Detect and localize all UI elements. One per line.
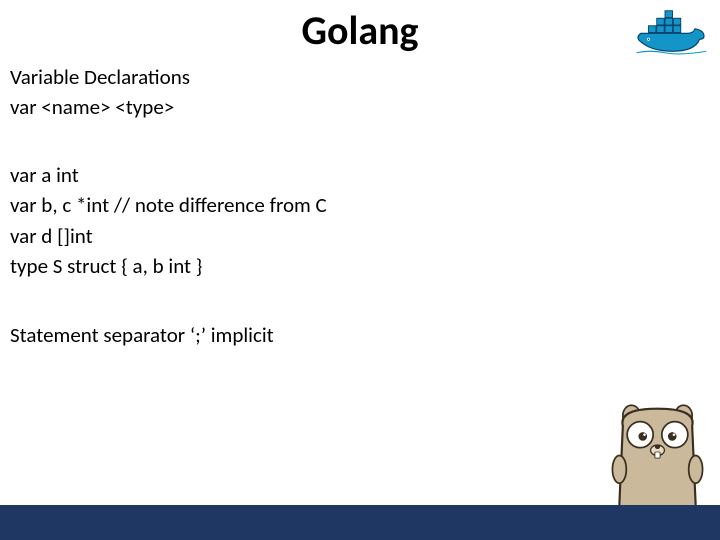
example-line-1: var a int xyxy=(10,160,327,190)
declarations-syntax: var <name> <type> xyxy=(10,92,190,122)
example-line-3: var d []int xyxy=(10,221,327,251)
section-declarations: Variable Declarations var <name> <type> xyxy=(10,62,190,123)
section-examples: var a int var b, c *int // note differen… xyxy=(10,160,327,282)
example-line-2: var b, c *int // note difference from C xyxy=(10,190,327,220)
docker-logo-icon xyxy=(635,5,710,60)
separator-note: Statement separator ‘;’ implicit xyxy=(10,320,274,350)
page-title: Golang xyxy=(0,6,720,55)
section-separator-note: Statement separator ‘;’ implicit xyxy=(10,320,274,350)
example-line-4: type S struct { a, b int } xyxy=(10,251,327,281)
footer-bar xyxy=(0,505,720,540)
declarations-heading: Variable Declarations xyxy=(10,62,190,92)
